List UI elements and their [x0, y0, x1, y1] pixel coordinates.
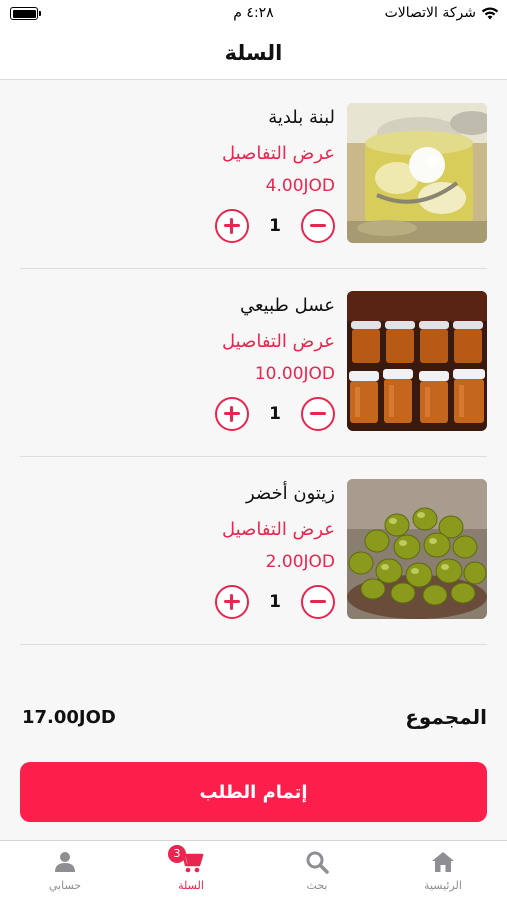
- quantity-stepper: 1: [215, 397, 335, 431]
- cart-count-badge: 3: [168, 845, 186, 863]
- cart-item: عسل طبيعي عرض التفاصيل 10.00JOD 1: [20, 269, 487, 457]
- product-image-olives[interactable]: [347, 479, 487, 619]
- battery-icon: [10, 7, 41, 20]
- product-name: عسل طبيعي: [239, 295, 335, 316]
- page-header: السلة: [0, 26, 507, 80]
- checkout-button[interactable]: إتمام الطلب: [20, 762, 487, 822]
- quantity-value: 1: [269, 404, 281, 424]
- tab-home[interactable]: الرئيسية: [380, 841, 506, 900]
- view-details-link[interactable]: عرض التفاصيل: [222, 331, 335, 352]
- cart-item: زيتون أخضر عرض التفاصيل 2.00JOD 1: [20, 457, 487, 645]
- product-price: 2.00JOD: [265, 552, 335, 572]
- page-title: السلة: [224, 40, 283, 65]
- quantity-value: 1: [269, 592, 281, 612]
- total-label: المجموع: [405, 705, 487, 729]
- decrease-quantity-button[interactable]: [301, 585, 335, 619]
- home-icon: [430, 849, 456, 875]
- tab-home-label: الرئيسية: [424, 879, 462, 892]
- tab-bar: الرئيسية بحث 3 السلة حسابي: [0, 840, 507, 900]
- tab-cart[interactable]: 3 السلة: [128, 841, 254, 900]
- tab-account[interactable]: حسابي: [2, 841, 128, 900]
- cart-item: لبنة بلدية عرض التفاصيل 4.00JOD 1: [20, 81, 487, 269]
- tab-search-label: بحث: [306, 879, 328, 892]
- product-price: 4.00JOD: [265, 176, 335, 196]
- quantity-value: 1: [269, 216, 281, 236]
- increase-quantity-button[interactable]: [215, 209, 249, 243]
- decrease-quantity-button[interactable]: [301, 397, 335, 431]
- view-details-link[interactable]: عرض التفاصيل: [222, 143, 335, 164]
- status-time: ٤:٢٨ م: [233, 5, 274, 21]
- total-row: المجموع 17.00JOD: [20, 703, 487, 739]
- quantity-stepper: 1: [215, 209, 335, 243]
- increase-quantity-button[interactable]: [215, 397, 249, 431]
- cart-icon: 3: [168, 845, 204, 875]
- quantity-stepper: 1: [215, 585, 335, 619]
- product-price: 10.00JOD: [254, 364, 335, 384]
- checkout-button-label: إتمام الطلب: [199, 781, 308, 803]
- search-icon: [304, 849, 330, 875]
- increase-quantity-button[interactable]: [215, 585, 249, 619]
- cart-screen: شركة الاتصالات ٤:٢٨ م السلة لبنة بلدية ع…: [0, 0, 507, 900]
- decrease-quantity-button[interactable]: [301, 209, 335, 243]
- tab-cart-label: السلة: [178, 879, 204, 892]
- person-icon: [52, 849, 78, 875]
- product-name: لبنة بلدية: [268, 107, 335, 128]
- product-image-honey[interactable]: [347, 291, 487, 431]
- product-name: زيتون أخضر: [245, 483, 335, 504]
- tab-search[interactable]: بحث: [254, 841, 380, 900]
- total-value: 17.00JOD: [22, 707, 116, 728]
- tab-account-label: حسابي: [48, 879, 82, 892]
- view-details-link[interactable]: عرض التفاصيل: [222, 519, 335, 540]
- status-bar: شركة الاتصالات ٤:٢٨ م: [0, 0, 507, 26]
- product-image-labneh[interactable]: [347, 103, 487, 243]
